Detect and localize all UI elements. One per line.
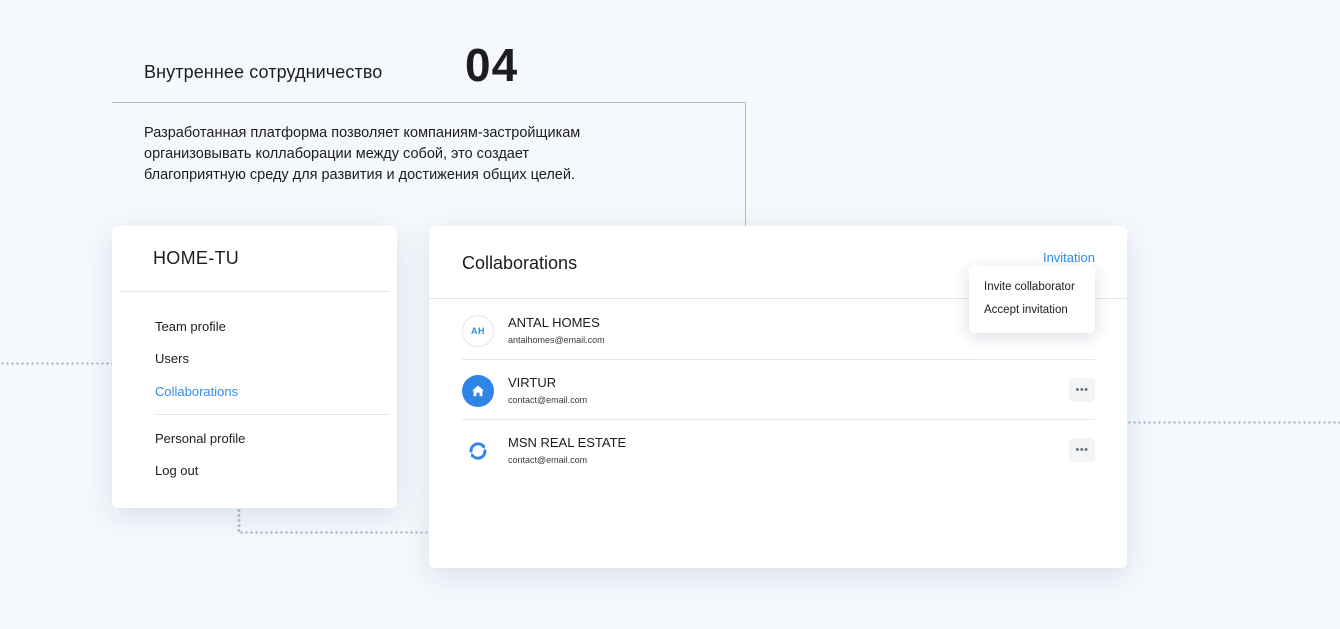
collaborations-panel: Collaborations Invitation AH ANTAL HOMES… [429, 226, 1127, 568]
sidebar-nav-divider [155, 414, 390, 415]
section-number: 04 [465, 39, 519, 91]
initials-logo: AH [462, 315, 494, 347]
sidebar-item-users[interactable]: Users [155, 351, 189, 366]
collaborator-name: VIRTUR [508, 375, 557, 390]
sidebar-item-personal-profile[interactable]: Personal profile [155, 431, 245, 446]
sidebar-item-collaborations[interactable]: Collaborations [155, 384, 238, 399]
section-title: Внутреннее сотрудничество [144, 62, 383, 82]
sidebar-item-log-out[interactable]: Log out [155, 463, 198, 478]
dotted-connector-bottom [239, 531, 429, 534]
collaborator-name: ANTAL HOMES [508, 315, 600, 330]
list-item[interactable]: VIRTUR contact@email.com ••• [462, 360, 1095, 420]
menu-item-accept-invitation[interactable]: Accept invitation [984, 304, 1068, 316]
section-description: Разработанная платформа позволяет компан… [144, 125, 581, 183]
brand-logo: HOME-TU [153, 248, 240, 268]
sidebar-item-team-profile[interactable]: Team profile [155, 319, 226, 334]
home-icon [462, 375, 494, 407]
menu-item-invite-collaborator[interactable]: Invite collaborator [984, 281, 1075, 293]
sync-icon [462, 435, 494, 467]
list-item[interactable]: MSN REAL ESTATE contact@email.com ••• [462, 420, 1095, 480]
heading-divider [112, 102, 746, 103]
dotted-connector-right [1127, 421, 1340, 424]
collaborator-email: contact@email.com [508, 455, 588, 465]
invitation-link[interactable]: Invitation [1043, 250, 1095, 265]
invitation-dropdown: Invite collaborator Accept invitation [969, 266, 1095, 333]
dotted-connector-left [0, 362, 112, 365]
collaborator-name: MSN REAL ESTATE [508, 435, 627, 450]
collaborator-email: antalhomes@email.com [508, 335, 605, 345]
sidebar-divider [120, 291, 390, 292]
heading-vertical-divider [745, 102, 746, 226]
more-options-button[interactable]: ••• [1069, 438, 1095, 462]
page-title: Collaborations [462, 253, 578, 273]
more-options-button[interactable]: ••• [1069, 378, 1095, 402]
sidebar: HOME-TU Team profile Users Collaboration… [112, 226, 397, 508]
collaborator-email: contact@email.com [508, 395, 588, 405]
